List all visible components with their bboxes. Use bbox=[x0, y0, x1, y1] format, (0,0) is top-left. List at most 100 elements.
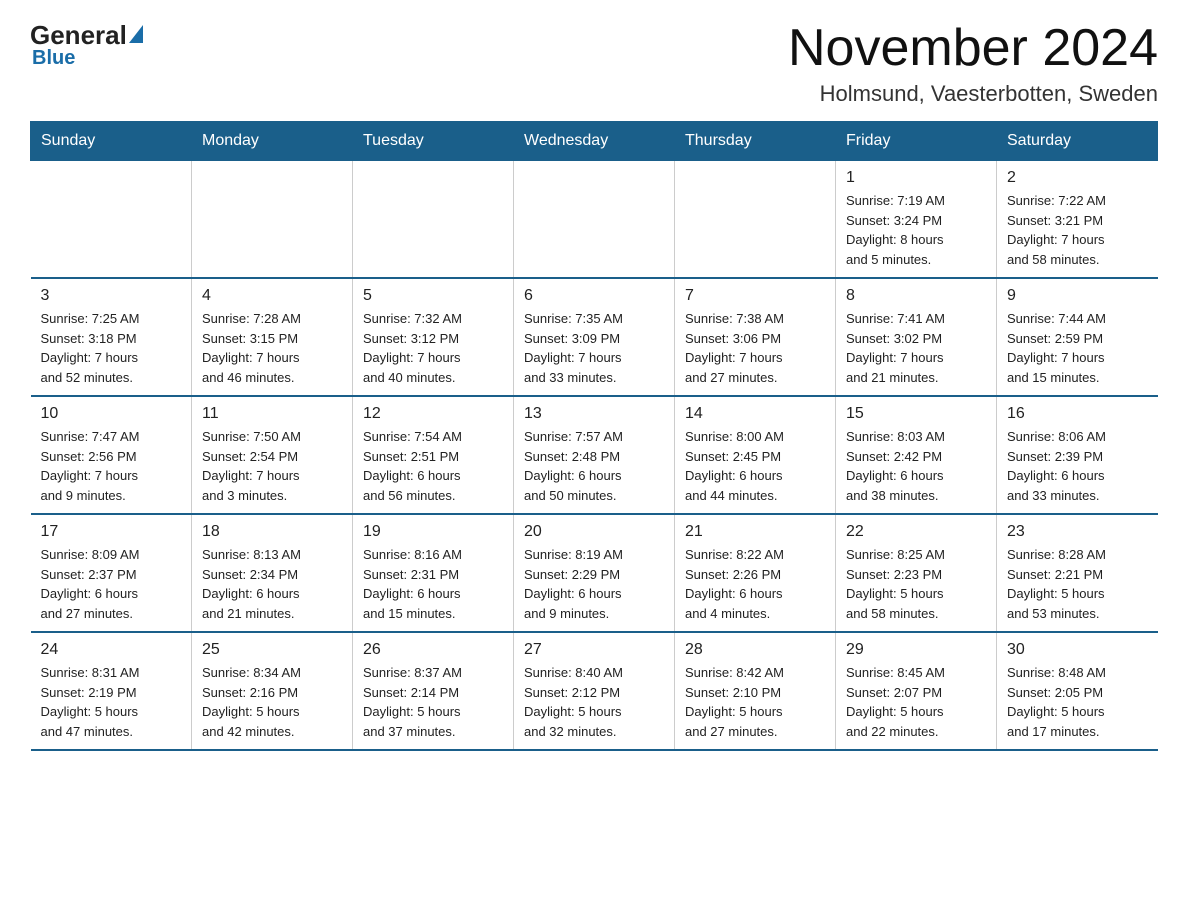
day-number: 24 bbox=[41, 641, 182, 659]
calendar-cell: 8Sunrise: 7:41 AM Sunset: 3:02 PM Daylig… bbox=[836, 278, 997, 396]
day-number: 17 bbox=[41, 523, 182, 541]
day-number: 12 bbox=[363, 405, 503, 423]
calendar-cell: 3Sunrise: 7:25 AM Sunset: 3:18 PM Daylig… bbox=[31, 278, 192, 396]
day-number: 11 bbox=[202, 405, 342, 423]
col-sunday: Sunday bbox=[31, 122, 192, 161]
day-number: 18 bbox=[202, 523, 342, 541]
day-info: Sunrise: 8:19 AM Sunset: 2:29 PM Dayligh… bbox=[524, 545, 664, 623]
day-number: 10 bbox=[41, 405, 182, 423]
day-number: 22 bbox=[846, 523, 986, 541]
calendar-cell: 15Sunrise: 8:03 AM Sunset: 2:42 PM Dayli… bbox=[836, 396, 997, 514]
calendar-header: Sunday Monday Tuesday Wednesday Thursday… bbox=[31, 122, 1158, 161]
calendar-cell: 1 Sunrise: 7:19 AM Sunset: 3:24 PM Daylig… bbox=[836, 161, 997, 279]
day-info: Sunrise: 7:38 AM Sunset: 3:06 PM Dayligh… bbox=[685, 309, 825, 387]
day-number: 1 bbox=[846, 169, 986, 187]
day-number: 16 bbox=[1007, 405, 1148, 423]
day-info: Sunrise: 7:19 AM Sunset: 3:24 PM Dayligh… bbox=[846, 191, 986, 269]
calendar-cell: 16 Sunrise: 8:06 AM Sunset: 2:39 PM Dayli… bbox=[997, 396, 1158, 514]
day-info: Sunrise: 8:06 AM Sunset: 2:39 PM Dayligh… bbox=[1007, 427, 1148, 505]
day-number: 9 bbox=[1007, 287, 1148, 305]
day-info: Sunrise: 8:16 AM Sunset: 2:31 PM Dayligh… bbox=[363, 545, 503, 623]
col-wednesday: Wednesday bbox=[514, 122, 675, 161]
calendar-cell: 18 Sunrise: 8:13 AM Sunset: 2:34 PM Dayli… bbox=[192, 514, 353, 632]
day-number: 3 bbox=[41, 287, 182, 305]
day-number: 29 bbox=[846, 641, 986, 659]
day-number: 20 bbox=[524, 523, 664, 541]
calendar-cell bbox=[353, 161, 514, 279]
day-info: Sunrise: 8:45 AM Sunset: 2:07 PM Dayligh… bbox=[846, 663, 986, 741]
day-info: Sunrise: 7:57 AM Sunset: 2:48 PM Dayligh… bbox=[524, 427, 664, 505]
calendar-cell: 11 Sunrise: 7:50 AM Sunset: 2:54 PM Dayli… bbox=[192, 396, 353, 514]
calendar-cell: 30 Sunrise: 8:48 AM Sunset: 2:05 PM Dayli… bbox=[997, 632, 1158, 750]
calendar-cell: 9 Sunrise: 7:44 AM Sunset: 2:59 PM Daylig… bbox=[997, 278, 1158, 396]
day-info: Sunrise: 8:42 AM Sunset: 2:10 PM Dayligh… bbox=[685, 663, 825, 741]
calendar-cell: 21Sunrise: 8:22 AM Sunset: 2:26 PM Dayli… bbox=[675, 514, 836, 632]
day-number: 4 bbox=[202, 287, 342, 305]
day-number: 19 bbox=[363, 523, 503, 541]
calendar-cell bbox=[675, 161, 836, 279]
calendar-cell: 13 Sunrise: 7:57 AM Sunset: 2:48 PM Dayli… bbox=[514, 396, 675, 514]
calendar-body: 1 Sunrise: 7:19 AM Sunset: 3:24 PM Daylig… bbox=[31, 161, 1158, 751]
day-number: 13 bbox=[524, 405, 664, 423]
day-number: 21 bbox=[685, 523, 825, 541]
calendar-week-1: 1 Sunrise: 7:19 AM Sunset: 3:24 PM Daylig… bbox=[31, 161, 1158, 279]
page-header: General Blue November 2024 Holmsund, Vae… bbox=[30, 20, 1158, 107]
calendar-cell: 17 Sunrise: 8:09 AM Sunset: 2:37 PM Dayli… bbox=[31, 514, 192, 632]
col-saturday: Saturday bbox=[997, 122, 1158, 161]
calendar-cell: 12 Sunrise: 7:54 AM Sunset: 2:51 PM Dayli… bbox=[353, 396, 514, 514]
day-number: 26 bbox=[363, 641, 503, 659]
day-number: 23 bbox=[1007, 523, 1148, 541]
calendar-cell: 20 Sunrise: 8:19 AM Sunset: 2:29 PM Dayli… bbox=[514, 514, 675, 632]
day-info: Sunrise: 7:44 AM Sunset: 2:59 PM Dayligh… bbox=[1007, 309, 1148, 387]
calendar-cell: 22Sunrise: 8:25 AM Sunset: 2:23 PM Dayli… bbox=[836, 514, 997, 632]
day-info: Sunrise: 7:47 AM Sunset: 2:56 PM Dayligh… bbox=[41, 427, 182, 505]
col-thursday: Thursday bbox=[675, 122, 836, 161]
day-number: 5 bbox=[363, 287, 503, 305]
day-info: Sunrise: 7:32 AM Sunset: 3:12 PM Dayligh… bbox=[363, 309, 503, 387]
calendar-week-4: 17 Sunrise: 8:09 AM Sunset: 2:37 PM Dayli… bbox=[31, 514, 1158, 632]
calendar-cell bbox=[192, 161, 353, 279]
calendar-cell: 6Sunrise: 7:35 AM Sunset: 3:09 PM Daylig… bbox=[514, 278, 675, 396]
logo-blue: Blue bbox=[30, 47, 75, 70]
logo-triangle-icon bbox=[129, 25, 143, 43]
day-info: Sunrise: 8:00 AM Sunset: 2:45 PM Dayligh… bbox=[685, 427, 825, 505]
day-info: Sunrise: 7:54 AM Sunset: 2:51 PM Dayligh… bbox=[363, 427, 503, 505]
day-info: Sunrise: 8:48 AM Sunset: 2:05 PM Dayligh… bbox=[1007, 663, 1148, 741]
calendar-cell: 28 Sunrise: 8:42 AM Sunset: 2:10 PM Dayli… bbox=[675, 632, 836, 750]
calendar-cell: 29 Sunrise: 8:45 AM Sunset: 2:07 PM Dayli… bbox=[836, 632, 997, 750]
calendar-cell: 10 Sunrise: 7:47 AM Sunset: 2:56 PM Dayli… bbox=[31, 396, 192, 514]
weekday-row: Sunday Monday Tuesday Wednesday Thursday… bbox=[31, 122, 1158, 161]
calendar-week-3: 10 Sunrise: 7:47 AM Sunset: 2:56 PM Dayli… bbox=[31, 396, 1158, 514]
day-number: 14 bbox=[685, 405, 825, 423]
calendar-subtitle: Holmsund, Vaesterbotten, Sweden bbox=[788, 81, 1158, 107]
day-info: Sunrise: 8:40 AM Sunset: 2:12 PM Dayligh… bbox=[524, 663, 664, 741]
day-info: Sunrise: 8:34 AM Sunset: 2:16 PM Dayligh… bbox=[202, 663, 342, 741]
calendar-cell bbox=[31, 161, 192, 279]
logo: General Blue bbox=[30, 20, 143, 70]
calendar-week-5: 24Sunrise: 8:31 AM Sunset: 2:19 PM Dayli… bbox=[31, 632, 1158, 750]
day-number: 8 bbox=[846, 287, 986, 305]
calendar-cell: 24Sunrise: 8:31 AM Sunset: 2:19 PM Dayli… bbox=[31, 632, 192, 750]
day-info: Sunrise: 7:22 AM Sunset: 3:21 PM Dayligh… bbox=[1007, 191, 1148, 269]
title-block: November 2024 Holmsund, Vaesterbotten, S… bbox=[788, 20, 1158, 107]
day-info: Sunrise: 7:50 AM Sunset: 2:54 PM Dayligh… bbox=[202, 427, 342, 505]
day-number: 28 bbox=[685, 641, 825, 659]
day-number: 30 bbox=[1007, 641, 1148, 659]
calendar-cell: 7 Sunrise: 7:38 AM Sunset: 3:06 PM Daylig… bbox=[675, 278, 836, 396]
calendar-cell: 26Sunrise: 8:37 AM Sunset: 2:14 PM Dayli… bbox=[353, 632, 514, 750]
calendar-cell: 5 Sunrise: 7:32 AM Sunset: 3:12 PM Daylig… bbox=[353, 278, 514, 396]
day-info: Sunrise: 8:13 AM Sunset: 2:34 PM Dayligh… bbox=[202, 545, 342, 623]
day-number: 2 bbox=[1007, 169, 1148, 187]
calendar-table: Sunday Monday Tuesday Wednesday Thursday… bbox=[30, 121, 1158, 751]
calendar-title: November 2024 bbox=[788, 20, 1158, 77]
col-tuesday: Tuesday bbox=[353, 122, 514, 161]
calendar-cell: 19 Sunrise: 8:16 AM Sunset: 2:31 PM Dayli… bbox=[353, 514, 514, 632]
day-info: Sunrise: 8:28 AM Sunset: 2:21 PM Dayligh… bbox=[1007, 545, 1148, 623]
col-friday: Friday bbox=[836, 122, 997, 161]
day-number: 25 bbox=[202, 641, 342, 659]
calendar-cell: 2 Sunrise: 7:22 AM Sunset: 3:21 PM Daylig… bbox=[997, 161, 1158, 279]
calendar-cell: 4Sunrise: 7:28 AM Sunset: 3:15 PM Daylig… bbox=[192, 278, 353, 396]
day-number: 6 bbox=[524, 287, 664, 305]
day-info: Sunrise: 8:09 AM Sunset: 2:37 PM Dayligh… bbox=[41, 545, 182, 623]
day-number: 7 bbox=[685, 287, 825, 305]
